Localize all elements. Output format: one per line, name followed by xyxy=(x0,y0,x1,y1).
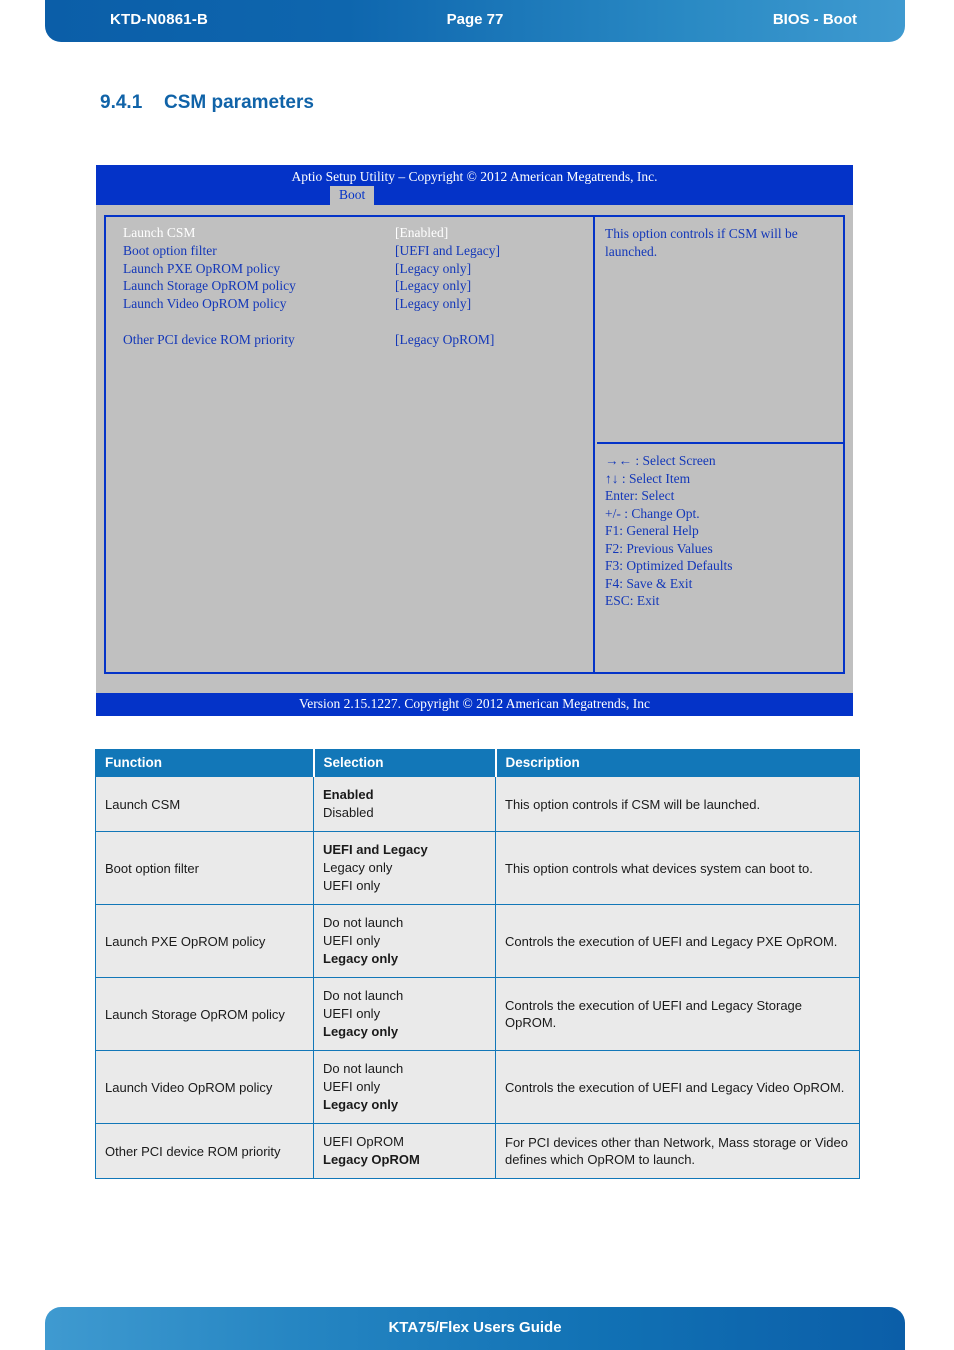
bios-option-label: Launch CSM xyxy=(123,225,196,240)
bios-option-row[interactable]: Launch PXE OpROM policy [Legacy only] xyxy=(123,261,593,279)
selection-option-default: UEFI and Legacy xyxy=(323,842,428,857)
bios-option-row[interactable]: Launch Storage OpROM policy [Legacy only] xyxy=(123,278,593,296)
cell-description: Controls the execution of UEFI and Legac… xyxy=(495,904,860,978)
bios-option-spacer xyxy=(123,314,593,332)
cell-function: Launch PXE OpROM policy xyxy=(95,904,314,978)
selection-option-default: Legacy only xyxy=(323,1024,399,1039)
bios-title-bar: Aptio Setup Utility – Copyright © 2012 A… xyxy=(96,165,853,186)
csm-parameters-table: Function Selection Description Launch CS… xyxy=(95,749,860,1179)
selection-option-default: Legacy only xyxy=(323,951,399,966)
column-header-selection: Selection xyxy=(313,749,497,777)
header-section-name: BIOS - Boot xyxy=(772,11,857,28)
bios-key-legend-item: F2: Previous Values xyxy=(605,540,713,556)
bios-option-value[interactable]: [Enabled] xyxy=(395,225,448,241)
bios-key-legend-item: F1: General Help xyxy=(605,523,699,538)
bios-key-legend-item: F4: Save & Exit xyxy=(605,575,693,591)
bios-option-row[interactable]: Boot option filter [UEFI and Legacy] xyxy=(123,243,593,261)
table-row: Boot option filter UEFI and Legacy Legacy … xyxy=(95,831,860,905)
selection-option: Do not launch xyxy=(323,915,404,930)
bios-options-panel: Launch CSM [Enabled] Boot option filter [UE… xyxy=(106,217,595,672)
cell-selection: Do not launch UEFI only Legacy only xyxy=(313,904,496,978)
selection-option-default: Legacy only xyxy=(323,1097,399,1112)
selection-option: Do not launch xyxy=(323,988,404,1003)
cell-description: Controls the execution of UEFI and Legac… xyxy=(495,1050,860,1124)
selection-option: UEFI only xyxy=(323,1079,381,1094)
bios-option-label: Launch Storage OpROM policy xyxy=(123,278,296,294)
bios-option-value[interactable]: [Legacy only] xyxy=(395,278,471,294)
cell-description: This option controls if CSM will be laun… xyxy=(495,776,860,832)
cell-function: Other PCI device ROM priority xyxy=(95,1123,314,1179)
cell-description: This option controls what devices system… xyxy=(495,831,860,905)
selection-option: UEFI only xyxy=(323,933,381,948)
bios-screenshot: Aptio Setup Utility – Copyright © 2012 A… xyxy=(96,165,853,716)
table-row: Launch Storage OpROM policy Do not launch… xyxy=(95,977,860,1051)
bios-key-legend-item: Enter: Select xyxy=(605,488,675,503)
bios-key-legend-item: ↑↓ : Select Item xyxy=(605,470,691,486)
selection-option-default: Legacy OpROM xyxy=(323,1152,420,1167)
page-title: 9.4.1 CSM parameters xyxy=(100,92,314,114)
page-footer: KTA75/Flex Users Guide xyxy=(45,1307,905,1350)
cell-selection: UEFI OpROM Legacy OpROM xyxy=(313,1123,496,1179)
selection-option: UEFI only xyxy=(323,878,381,893)
cell-description: For PCI devices other than Network, Mass… xyxy=(495,1123,860,1179)
table-row: Launch CSM Enabled Disabled This option con… xyxy=(95,776,860,832)
bios-option-value[interactable]: [Legacy OpROM] xyxy=(395,332,494,348)
cell-selection: Do not launch UEFI only Legacy only xyxy=(313,1050,496,1124)
selection-option-default: Enabled xyxy=(323,787,374,802)
section-title: CSM parameters xyxy=(164,92,314,113)
bios-option-row[interactable]: Other PCI device ROM priority [Legacy OpR… xyxy=(123,332,593,350)
bios-option-value[interactable]: [Legacy only] xyxy=(395,261,471,277)
cell-function: Launch CSM xyxy=(95,776,314,832)
bios-body: Launch CSM [Enabled] Boot option filter [UE… xyxy=(96,205,853,693)
bios-option-label: Boot option filter xyxy=(123,242,217,258)
cell-selection: UEFI and Legacy Legacy only UEFI only xyxy=(313,831,496,905)
selection-option: UEFI only xyxy=(323,1006,381,1021)
cell-description: Controls the execution of UEFI and Legac… xyxy=(495,977,860,1051)
bios-key-legend: →← : Select Screen ↑↓ : Select Item Enter:… xyxy=(597,444,843,610)
cell-selection: Do not launch UEFI only Legacy only xyxy=(313,977,496,1051)
bios-help-text: This option controls if CSM will be laun… xyxy=(597,217,843,444)
bios-option-label: Launch Video OpROM policy xyxy=(123,296,287,312)
selection-option: Legacy only xyxy=(323,860,393,875)
tab-boot[interactable]: Boot xyxy=(330,186,375,205)
bios-help-panel: This option controls if CSM will be laun… xyxy=(597,217,843,672)
cell-function: Launch Video OpROM policy xyxy=(95,1050,314,1124)
bios-option-row[interactable]: Launch Video OpROM policy [Legacy only] xyxy=(123,296,593,314)
cell-function: Boot option filter xyxy=(95,831,314,905)
cell-function: Launch Storage OpROM policy xyxy=(95,977,314,1051)
bios-key-legend-item: F3: Optimized Defaults xyxy=(605,558,733,573)
table-header-row: Function Selection Description xyxy=(95,749,860,777)
bios-option-value[interactable]: [UEFI and Legacy] xyxy=(395,243,500,259)
bios-key-legend-item: ESC: Exit xyxy=(605,593,660,608)
bios-tab-bar: Boot xyxy=(96,186,853,205)
bios-inner-frame: Launch CSM [Enabled] Boot option filter [UE… xyxy=(104,215,845,674)
bios-option-label: Other PCI device ROM priority xyxy=(123,331,295,347)
column-header-function: Function xyxy=(95,749,315,777)
column-header-description: Description xyxy=(495,749,860,777)
footer-guide-title: KTA75/Flex Users Guide xyxy=(388,1319,562,1336)
bios-option-value[interactable]: [Legacy only] xyxy=(395,296,471,312)
selection-option: Disabled xyxy=(323,805,374,820)
table-row: Launch Video OpROM policy Do not launch UE… xyxy=(95,1050,860,1124)
bios-key-legend-item: +/- : Change Opt. xyxy=(605,505,700,521)
bios-option-label: Launch PXE OpROM policy xyxy=(123,260,281,276)
bios-version-footer: Version 2.15.1227. Copyright © 2012 Amer… xyxy=(96,693,853,716)
bios-option-list: Launch CSM [Enabled] Boot option filter [UE… xyxy=(106,217,593,350)
section-number: 9.4.1 xyxy=(100,92,143,113)
cell-selection: Enabled Disabled xyxy=(313,776,496,832)
bios-option-row[interactable]: Launch CSM [Enabled] xyxy=(123,225,593,243)
table-body: Launch CSM Enabled Disabled This option con… xyxy=(95,776,860,1179)
bios-key-legend-item: →← : Select Screen xyxy=(605,453,716,468)
selection-option: Do not launch xyxy=(323,1061,404,1076)
page-header: KTD-N0861-B Page 77 BIOS - Boot xyxy=(45,0,905,42)
selection-option: UEFI OpROM xyxy=(323,1134,404,1149)
table-row: Launch PXE OpROM policy Do not launch UEFI… xyxy=(95,904,860,978)
table-row: Other PCI device ROM priority UEFI OpROM L… xyxy=(95,1123,860,1179)
